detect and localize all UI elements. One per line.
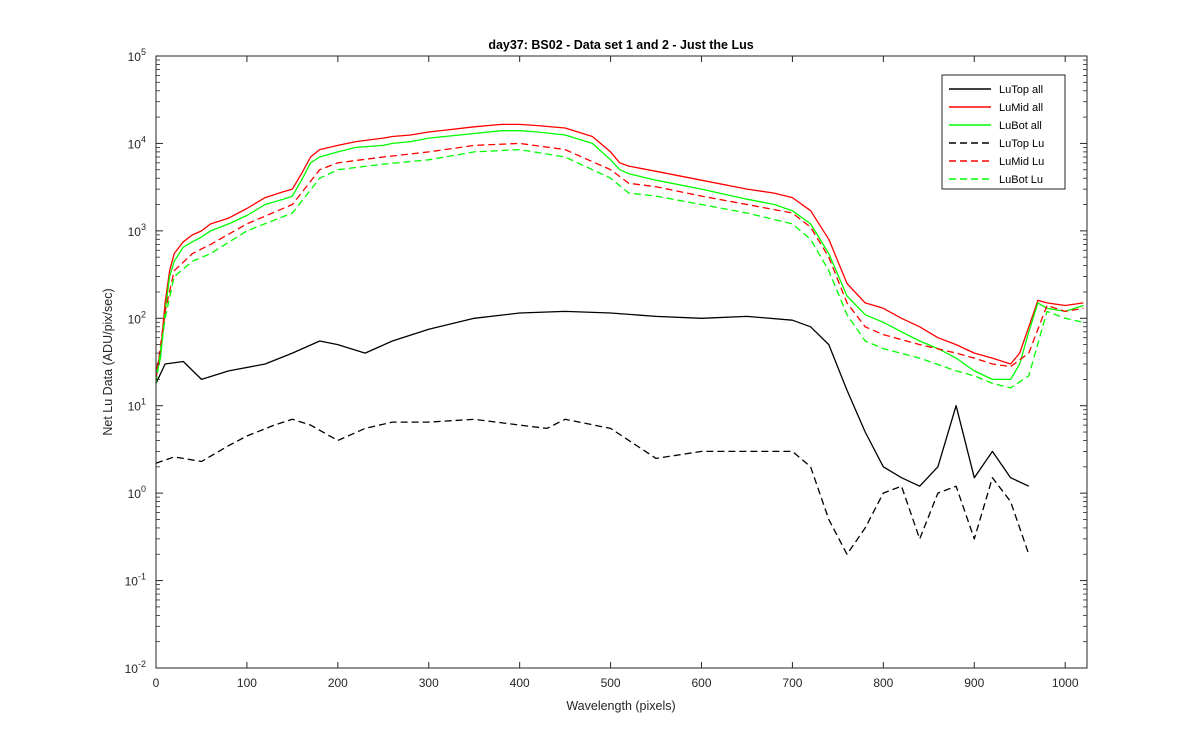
- legend-label-6: LuBot Lu: [999, 174, 1043, 186]
- legend-label-2: LuMid all: [999, 102, 1043, 114]
- x-tick-label: 0: [153, 676, 160, 690]
- legend-label-4: LuTop Lu: [999, 138, 1044, 150]
- legend-label-5: LuMid Lu: [999, 156, 1044, 168]
- legend: LuTop all LuMid all LuBot all LuTop Lu LuMid…: [941, 74, 1066, 190]
- y-tick-label: 102: [128, 309, 146, 326]
- x-tick-label: 100: [237, 676, 257, 690]
- y-tick-exponent: 2: [141, 309, 146, 319]
- y-tick-exponent: 0: [141, 484, 146, 494]
- y-tick-label: 10-2: [125, 659, 146, 676]
- x-tick-label: 500: [601, 676, 621, 690]
- x-tick-label: 900: [964, 676, 984, 690]
- line-chart: 0 100 200 300 400 500 600 700 800 900 1000 10-210-…: [101, 38, 1088, 713]
- figure: 0 100 200 300 400 500 600 700 800 900 1000 10-2 10-…: [0, 0, 1200, 750]
- x-tick-label: 700: [782, 676, 802, 690]
- y-tick-exponent: 3: [141, 222, 146, 232]
- y-tick-exponent: 5: [141, 47, 146, 57]
- x-axis-label: Wavelength (pixels): [566, 699, 675, 713]
- x-tick-label: 400: [510, 676, 530, 690]
- x-tick-label: 1000: [1052, 676, 1079, 690]
- legend-label-3: LuBot all: [999, 120, 1042, 132]
- y-tick-label: 101: [128, 397, 146, 414]
- x-tick-label: 600: [691, 676, 711, 690]
- y-tick-label: 100: [128, 484, 146, 501]
- y-tick-label: 104: [128, 134, 146, 151]
- y-tick-exponent: 1: [141, 397, 146, 407]
- y-tick-label: 103: [128, 222, 146, 239]
- y-tick-exponent: -2: [138, 659, 146, 669]
- legend-label-1: LuTop all: [999, 84, 1043, 96]
- y-axis-label: Net Lu Data (ADU/pix/sec): [101, 288, 115, 435]
- y-tick-label: 105: [128, 47, 146, 64]
- y-tick-exponent: 4: [141, 134, 146, 144]
- chart-title: day37: BS02 - Data set 1 and 2 - Just th…: [488, 38, 753, 52]
- y-tick-exponent: -1: [138, 572, 146, 582]
- y-tick-label: 10-1: [125, 572, 146, 589]
- x-tick-label: 300: [419, 676, 439, 690]
- x-tick-label: 800: [873, 676, 893, 690]
- x-tick-label: 200: [328, 676, 348, 690]
